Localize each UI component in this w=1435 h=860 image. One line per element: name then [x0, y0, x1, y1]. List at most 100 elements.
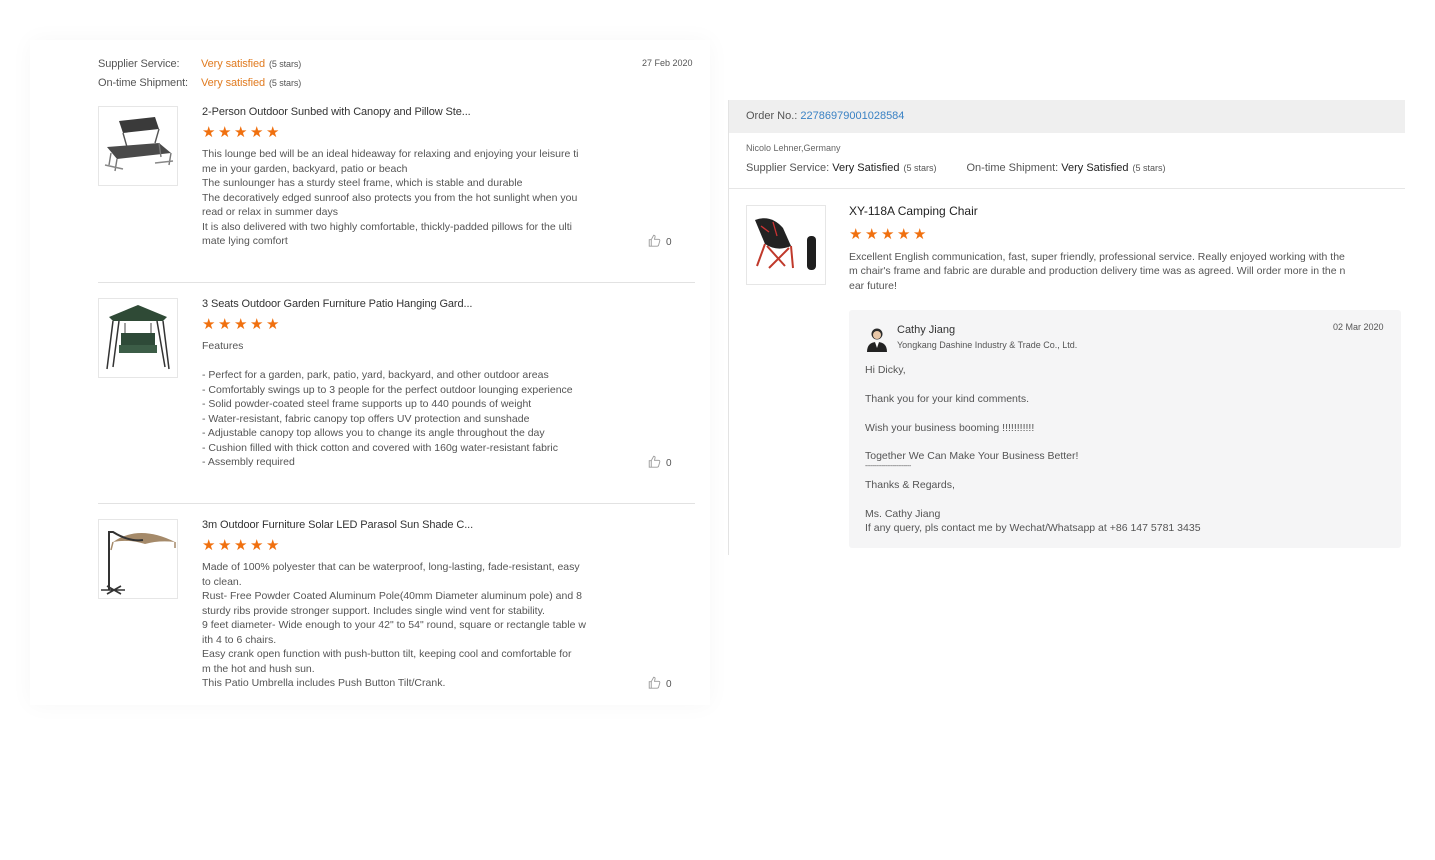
swing-chair-icon[interactable] [98, 298, 178, 378]
star-icon: ★ [234, 316, 248, 333]
order-number-row: Order No.: 22786979001028584 [746, 110, 904, 122]
like-button[interactable]: 0 [648, 455, 672, 469]
star-icon: ★ [266, 537, 280, 554]
star-icon: ★ [913, 226, 927, 243]
review-line: This lounge bed will be an ideal hideawa… [202, 148, 579, 160]
star-icon: ★ [897, 226, 911, 243]
review-product-title[interactable]: 3m Outdoor Furniture Solar LED Parasol S… [202, 519, 473, 531]
review-line: read or relax in summer days [202, 206, 338, 218]
shipment-value: Very Satisfied [1061, 162, 1129, 174]
review-line: Made of 100% polyester that can be water… [202, 561, 580, 573]
star-rating: ★ ★ ★ ★ ★ [202, 125, 282, 141]
reply-line: Hi Dicky, [865, 364, 906, 376]
thumbs-up-icon [648, 234, 661, 247]
sunbed-icon[interactable] [98, 106, 178, 186]
supplier-reply: Cathy Jiang Yongkang Dashine Industry & … [849, 310, 1401, 548]
star-icon: ★ [202, 124, 216, 141]
review-line: to clean. [202, 575, 242, 588]
review-line: - Water-resistant, fabric canopy top off… [202, 412, 530, 425]
supplier-service-value: Very Satisfied [832, 162, 900, 174]
star-icon: ★ [849, 226, 863, 243]
reviewer-name: Nicolo Lehner,Germany [746, 143, 841, 153]
review-line: m the hot and hush sun. [202, 662, 315, 675]
review-text: Features - Perfect for a garden, park, p… [202, 339, 602, 470]
reply-author-name: Cathy Jiang [897, 324, 956, 336]
thumbs-up-icon [648, 676, 661, 689]
review-line: The sunlounger has a sturdy steel frame,… [202, 177, 523, 189]
star-icon: ★ [234, 537, 248, 554]
like-count: 0 [666, 237, 672, 248]
star-icon: ★ [250, 316, 264, 333]
star-rating: ★ ★ ★ ★ ★ [202, 538, 282, 554]
shipment-stars: (5 stars) [269, 78, 302, 88]
review-line: - Adjustable canopy top allows you to ch… [202, 427, 545, 439]
review-line: me in your garden, backyard, patio or be… [202, 162, 408, 175]
like-button[interactable]: 0 [648, 676, 672, 690]
review-line: - Solid powder-coated steel frame suppor… [202, 398, 532, 410]
review-line: ear future! [849, 279, 897, 292]
avatar [865, 326, 889, 352]
shipment-label: On-time Shipment: [98, 77, 189, 89]
reply-line: If any query, pls contact me by Wechat/W… [865, 522, 1201, 534]
review-line: - Assembly required [202, 456, 295, 468]
supplier-reviews-panel: Supplier Service: Very satisfied (5 stars)… [30, 40, 710, 705]
review-product-title[interactable]: 2-Person Outdoor Sunbed with Canopy and … [202, 106, 471, 118]
order-divider [729, 188, 1405, 189]
supplier-service-rating: Supplier Service: Very satisfied (5 stars) [98, 58, 301, 70]
reply-line: Ms. Cathy Jiang [865, 508, 941, 520]
star-rating: ★ ★ ★ ★ ★ [202, 317, 282, 333]
reply-company: Yongkang Dashine Industry & Trade Co., L… [897, 340, 1078, 350]
star-icon: ★ [234, 124, 248, 141]
review-line: It is also delivered with two highly com… [202, 220, 573, 233]
review-line: Features [202, 340, 244, 352]
like-count: 0 [666, 458, 672, 469]
like-button[interactable]: 0 [648, 234, 672, 248]
review-text: This lounge bed will be an ideal hideawa… [202, 147, 602, 249]
supplier-service-value: Very satisfied [201, 58, 266, 70]
review-line: Excellent English communication, fast, s… [849, 251, 1345, 263]
star-rating: ★ ★ ★ ★ ★ [849, 227, 929, 243]
review-product-title[interactable]: 3 Seats Outdoor Garden Furniture Patio H… [202, 298, 472, 310]
review-divider [98, 503, 695, 504]
order-review-panel: Order No.: 22786979001028584 Nicolo Lehn… [728, 100, 1405, 555]
review-line: This Patio Umbrella includes Push Button… [202, 677, 446, 689]
camping-chair-icon[interactable] [746, 205, 826, 285]
review-line: sturdy ribs provide stronger support. In… [202, 604, 545, 617]
order-number-link[interactable]: 22786979001028584 [800, 110, 904, 122]
review-line: mate lying comfort [202, 235, 288, 247]
review-line: - Comfortably swings up to 3 people for … [202, 383, 573, 396]
order-review-text: Excellent English communication, fast, s… [849, 250, 1379, 293]
review-line: 9 feet diameter- Wide enough to your 42"… [202, 619, 586, 631]
shipment-label: On-time Shipment: [966, 162, 1059, 174]
supplier-service-label: Supplier Service: [98, 58, 180, 70]
star-icon: ★ [266, 316, 280, 333]
parasol-icon[interactable] [98, 519, 178, 599]
star-icon: ★ [202, 537, 216, 554]
order-product-title[interactable]: XY-118A Camping Chair [849, 204, 978, 218]
shipment-value: Very satisfied [201, 77, 266, 89]
review-line: Rust- Free Powder Coated Aluminum Pole(4… [202, 590, 582, 602]
star-icon: ★ [266, 124, 280, 141]
star-icon: ★ [250, 537, 264, 554]
like-count: 0 [666, 679, 672, 690]
order-header: Order No.: 22786979001028584 [729, 100, 1405, 133]
reply-line: Together We Can Make Your Business Bette… [865, 450, 1079, 462]
review-item: 3 Seats Outdoor Garden Furniture Patio H… [98, 298, 695, 488]
review-line: ith 4 to 6 chairs. [202, 633, 277, 646]
review-date: 27 Feb 2020 [642, 58, 693, 68]
review-line: - Perfect for a garden, park, patio, yar… [202, 369, 549, 381]
star-icon: ★ [202, 316, 216, 333]
supplier-service-stars: (5 stars) [269, 59, 302, 69]
review-line: m chair's frame and fabric are durable a… [849, 265, 1346, 278]
review-line [202, 354, 602, 369]
reply-line: Wish your business booming !!!!!!!!!!! [865, 422, 1035, 434]
review-divider [98, 282, 695, 283]
order-label: Order No.: [746, 110, 798, 122]
review-line: - Cushion filled with thick cotton and c… [202, 441, 559, 454]
reply-line: Thanks & Regards, [865, 479, 955, 491]
star-icon: ★ [250, 124, 264, 141]
review-text: Made of 100% polyester that can be water… [202, 560, 602, 691]
star-icon: ★ [881, 226, 895, 243]
reply-line: Thank you for your kind comments. [865, 393, 1029, 405]
supplier-service-label: Supplier Service: [746, 162, 830, 174]
